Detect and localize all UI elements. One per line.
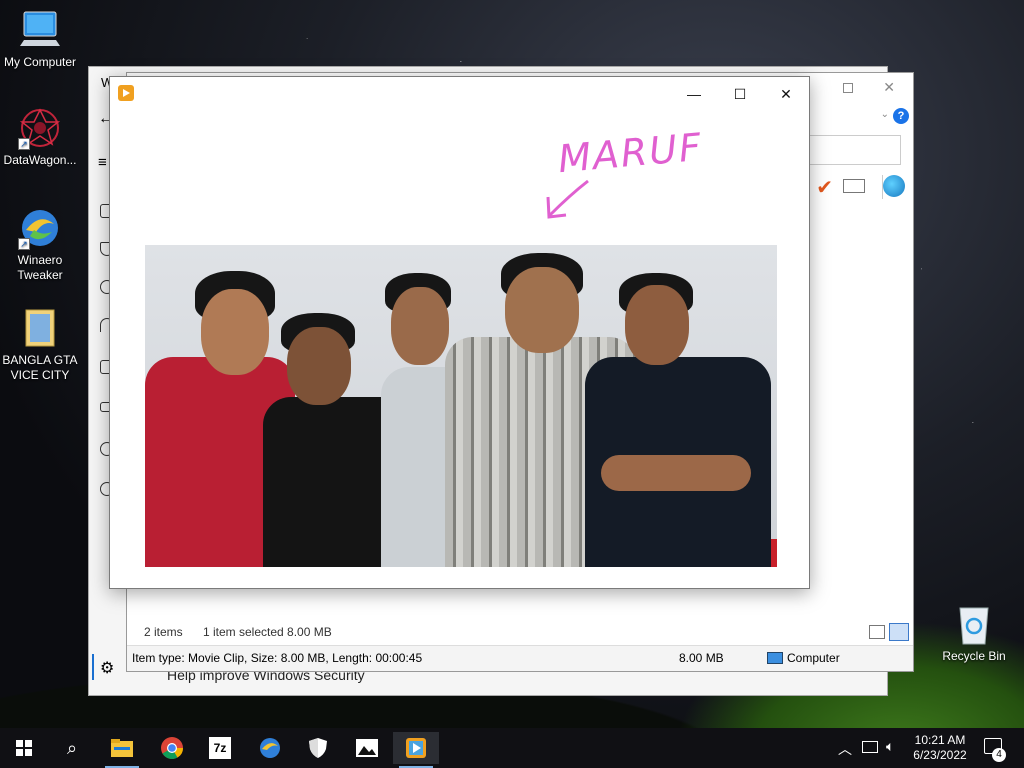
- desktop-icon-label: My Computer: [3, 55, 77, 69]
- checkmark-icon[interactable]: ✔: [816, 175, 833, 200]
- datawagon-icon: ↗: [18, 106, 62, 150]
- minimize-button[interactable]: —: [671, 81, 717, 107]
- hamburger-menu-icon[interactable]: ≡: [98, 154, 107, 171]
- shortcut-arrow-icon: ↗: [18, 138, 30, 150]
- desktop-icon-label: Recycle Bin: [942, 649, 1006, 663]
- desktop-icon-recycle-bin[interactable]: Recycle Bin: [934, 602, 1014, 664]
- chevron-down-icon[interactable]: ⌄: [881, 109, 889, 120]
- item-size: 8.00 MB: [679, 651, 724, 665]
- globe-icon[interactable]: [883, 175, 905, 197]
- preview-view-icon[interactable]: [889, 623, 909, 641]
- chrome-icon[interactable]: [149, 732, 195, 764]
- photo-image: [145, 245, 777, 567]
- chevron-up-icon[interactable]: ︿: [838, 739, 852, 759]
- clock-time: 10:21 AM: [914, 733, 966, 747]
- desktop-icon-datawagon[interactable]: ↗ DataWagon...: [0, 106, 80, 168]
- media-player-icon[interactable]: [393, 732, 439, 768]
- close-icon[interactable]: ✕: [883, 79, 895, 96]
- desktop-icon-label: BANGLA GTA VICE CITY: [2, 353, 78, 382]
- maximize-button[interactable]: ☐: [717, 81, 763, 107]
- recycle-bin-icon: [952, 602, 996, 646]
- folder-icon: [18, 306, 62, 350]
- shortcut-arrow-icon: ↗: [18, 238, 30, 250]
- photos-icon[interactable]: [344, 732, 390, 764]
- mail-icon[interactable]: [843, 179, 865, 193]
- search-icon[interactable]: ⌕: [49, 732, 95, 764]
- clock[interactable]: 10:21 AM 6/23/2022: [912, 733, 968, 763]
- desktop-icon-label: Winaero Tweaker: [17, 253, 63, 282]
- item-type-info: Item type: Movie Clip, Size: 8.00 MB, Le…: [132, 651, 423, 665]
- taskbar: ⌕ 7z ︿ 🔈︎ 10:21 AM 6/23/2022 4: [0, 728, 1024, 768]
- viewer-app-icon: [118, 85, 134, 101]
- maximize-icon[interactable]: [843, 83, 853, 93]
- winaero-icon: ↗: [18, 206, 62, 250]
- settings-gear-icon[interactable]: ⚙: [100, 658, 114, 678]
- network-status-icon[interactable]: [862, 741, 878, 753]
- help-icon[interactable]: ?: [893, 108, 909, 124]
- volume-icon[interactable]: 🔈︎: [886, 738, 894, 755]
- close-button[interactable]: ✕: [763, 81, 809, 107]
- security-shield-icon[interactable]: [295, 732, 341, 764]
- details-view-icon[interactable]: [869, 625, 885, 639]
- 7zip-icon[interactable]: 7z: [197, 732, 243, 764]
- desktop-icon-my-computer[interactable]: My Computer: [0, 8, 80, 70]
- computer-small-icon: [767, 652, 783, 664]
- notification-badge: 4: [992, 748, 1006, 762]
- start-icon[interactable]: [1, 732, 47, 764]
- file-explorer-icon[interactable]: [99, 732, 145, 768]
- annotation-arrow-icon: [546, 179, 589, 219]
- photo-viewer-window[interactable]: — ☐ ✕ MARUF: [109, 76, 810, 589]
- item-count: 2 items: [144, 625, 183, 639]
- desktop-icon-bangla-gta[interactable]: BANGLA GTA VICE CITY: [0, 306, 80, 383]
- location-label: Computer: [787, 651, 840, 665]
- details-bar: Item type: Movie Clip, Size: 8.00 MB, Le…: [127, 645, 913, 671]
- clock-date: 6/23/2022: [913, 748, 967, 762]
- desktop-icon-label: DataWagon...: [3, 153, 77, 167]
- computer-icon: [18, 8, 62, 52]
- handwritten-annotation: MARUF: [556, 124, 705, 182]
- selection-info: 1 item selected 8.00 MB: [203, 625, 332, 639]
- desktop-icon-winaero[interactable]: ↗ Winaero Tweaker: [0, 206, 80, 283]
- active-indicator: [92, 654, 94, 680]
- winaero-icon[interactable]: [247, 732, 293, 764]
